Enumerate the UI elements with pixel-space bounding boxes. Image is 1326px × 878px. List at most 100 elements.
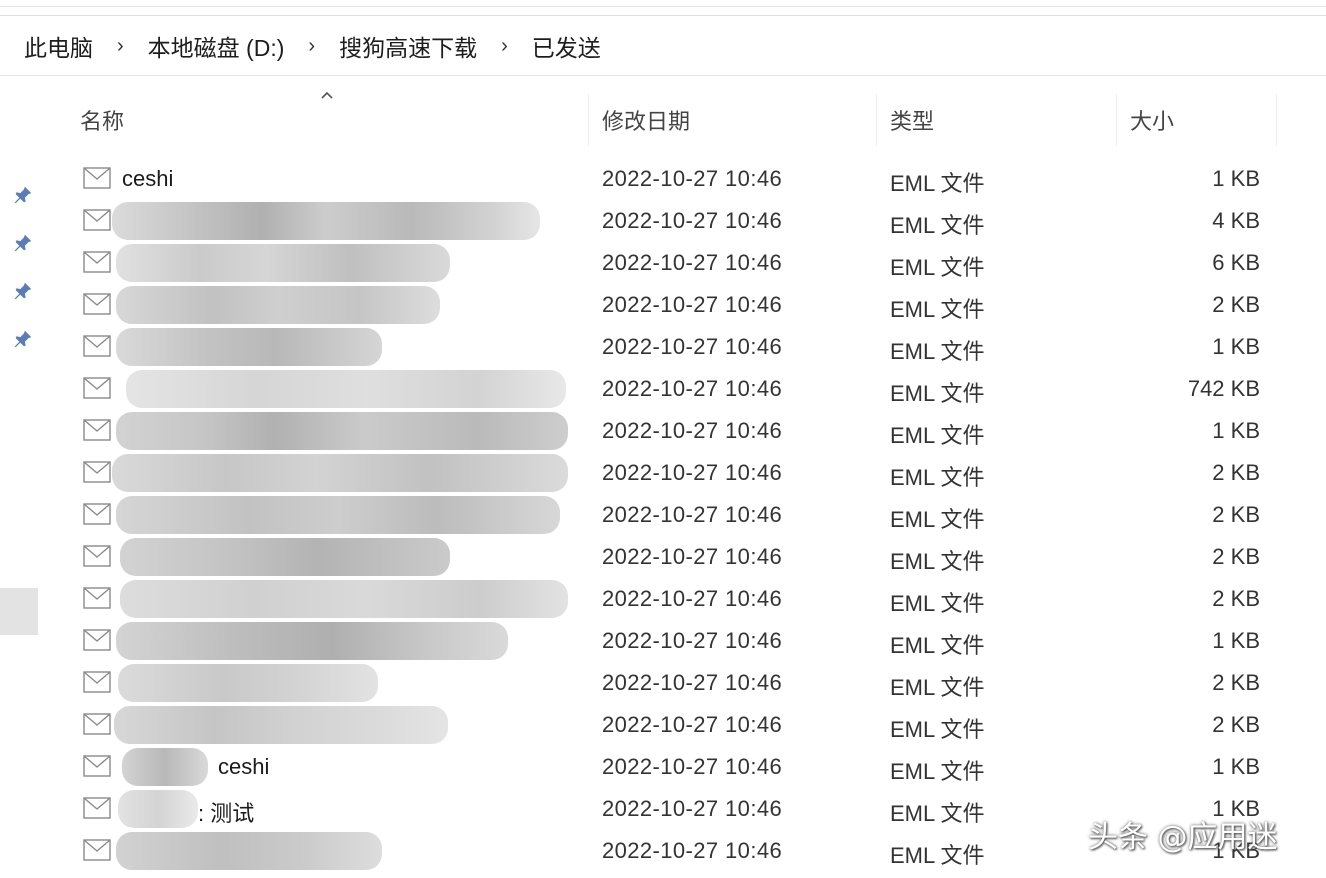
file-type: EML 文件 xyxy=(890,381,985,406)
file-row[interactable]: 2022-10-27 10:46 EML 文件 1 KB xyxy=(0,326,1326,368)
redacted-file-name xyxy=(116,622,508,660)
mail-envelope-icon xyxy=(83,755,111,777)
file-row[interactable]: 2022-10-27 10:46 EML 文件 2 KB xyxy=(0,536,1326,578)
mail-envelope-icon xyxy=(83,461,111,483)
redacted-file-name xyxy=(114,706,448,744)
breadcrumb-separator-icon[interactable]: › xyxy=(308,35,315,58)
breadcrumb-sent[interactable]: 已发送 xyxy=(530,25,603,67)
file-size: 742 KB xyxy=(1187,376,1260,401)
file-date: 2022-10-27 10:46 xyxy=(602,670,783,695)
file-row[interactable]: 2022-10-27 10:46 EML 文件 1 KB xyxy=(0,410,1326,452)
column-header-type[interactable]: 类型 xyxy=(890,104,934,136)
mail-envelope-icon xyxy=(83,419,111,441)
mail-envelope-icon xyxy=(83,503,111,525)
mail-envelope-icon xyxy=(83,335,111,357)
mail-envelope-icon xyxy=(83,797,111,819)
mail-envelope-icon xyxy=(83,251,111,273)
file-row[interactable]: ceshi 2022-10-27 10:46 EML 文件 1 KB xyxy=(0,158,1326,200)
file-type: EML 文件 xyxy=(890,675,985,700)
file-size: 1 KB xyxy=(1212,166,1260,191)
file-date: 2022-10-27 10:46 xyxy=(602,208,783,233)
file-row[interactable]: 2022-10-27 10:46 EML 文件 4 KB xyxy=(0,200,1326,242)
breadcrumb-this-pc[interactable]: 此电脑 xyxy=(22,25,95,67)
column-divider[interactable] xyxy=(588,94,589,146)
file-size: 1 KB xyxy=(1212,628,1260,653)
file-date: 2022-10-27 10:46 xyxy=(602,754,783,779)
file-type: EML 文件 xyxy=(890,759,985,784)
file-type: EML 文件 xyxy=(890,591,985,616)
file-date: 2022-10-27 10:46 xyxy=(602,628,783,653)
file-type: EML 文件 xyxy=(890,843,985,868)
column-header-date[interactable]: 修改日期 xyxy=(602,104,690,136)
mail-envelope-icon xyxy=(83,629,111,651)
file-row[interactable]: 2022-10-27 10:46 EML 文件 2 KB xyxy=(0,662,1326,704)
file-size: 2 KB xyxy=(1212,712,1260,737)
watermark: 头条 @应用迷 xyxy=(1088,820,1278,855)
file-date: 2022-10-27 10:46 xyxy=(602,166,783,191)
mail-envelope-icon xyxy=(83,587,111,609)
breadcrumb-separator-icon[interactable]: › xyxy=(117,35,124,58)
redacted-file-name xyxy=(122,748,208,786)
mail-envelope-icon xyxy=(83,209,111,231)
redacted-file-name xyxy=(118,790,198,828)
column-header: 名称 修改日期 类型 大小 xyxy=(0,88,1326,148)
file-type: EML 文件 xyxy=(890,801,985,826)
redacted-file-name xyxy=(116,244,450,282)
file-type: EML 文件 xyxy=(890,717,985,742)
file-type: EML 文件 xyxy=(890,507,985,532)
file-name[interactable]: : 测试 xyxy=(198,796,254,828)
file-type: EML 文件 xyxy=(890,213,985,238)
column-divider[interactable] xyxy=(876,94,877,146)
file-date: 2022-10-27 10:46 xyxy=(602,334,783,359)
file-size: 2 KB xyxy=(1212,460,1260,485)
mail-envelope-icon xyxy=(83,713,111,735)
mail-envelope-icon xyxy=(83,545,111,567)
redacted-file-name xyxy=(116,832,382,870)
file-type: EML 文件 xyxy=(890,171,985,196)
redacted-file-name xyxy=(116,328,382,366)
column-header-size[interactable]: 大小 xyxy=(1130,104,1174,136)
file-date: 2022-10-27 10:46 xyxy=(602,796,783,821)
column-header-name[interactable]: 名称 xyxy=(80,104,124,136)
redacted-file-name xyxy=(112,454,568,492)
file-row[interactable]: 2022-10-27 10:46 EML 文件 2 KB xyxy=(0,494,1326,536)
redacted-file-name xyxy=(112,202,540,240)
file-type: EML 文件 xyxy=(890,297,985,322)
file-row[interactable]: 2022-10-27 10:46 EML 文件 2 KB xyxy=(0,704,1326,746)
file-row[interactable]: 2022-10-27 10:46 EML 文件 742 KB xyxy=(0,368,1326,410)
file-size: 1 KB xyxy=(1212,334,1260,359)
file-row[interactable]: 2022-10-27 10:46 EML 文件 2 KB xyxy=(0,578,1326,620)
file-date: 2022-10-27 10:46 xyxy=(602,292,783,317)
mail-envelope-icon xyxy=(83,167,111,189)
file-row[interactable]: 2022-10-27 10:46 EML 文件 2 KB xyxy=(0,284,1326,326)
file-type: EML 文件 xyxy=(890,465,985,490)
window-top-edge xyxy=(0,0,1326,16)
file-type: EML 文件 xyxy=(890,255,985,280)
file-size: 1 KB xyxy=(1212,754,1260,779)
file-row[interactable]: 2022-10-27 10:46 EML 文件 1 KB xyxy=(0,620,1326,662)
file-date: 2022-10-27 10:46 xyxy=(602,250,783,275)
file-date: 2022-10-27 10:46 xyxy=(602,544,783,569)
file-row[interactable]: 2022-10-27 10:46 EML 文件 2 KB xyxy=(0,452,1326,494)
file-size: 2 KB xyxy=(1212,670,1260,695)
column-divider[interactable] xyxy=(1116,94,1117,146)
redacted-file-name xyxy=(126,370,566,408)
redacted-file-name xyxy=(116,286,440,324)
mail-envelope-icon xyxy=(83,839,111,861)
mail-envelope-icon xyxy=(83,377,111,399)
breadcrumb-sogou-downloads[interactable]: 搜狗高速下载 xyxy=(337,25,479,67)
address-bar[interactable]: 此电脑 › 本地磁盘 (D:) › 搜狗高速下载 › 已发送 xyxy=(0,17,1326,76)
column-divider[interactable] xyxy=(1276,94,1277,146)
redacted-file-name xyxy=(116,496,560,534)
breadcrumb-local-disk[interactable]: 本地磁盘 (D:) xyxy=(146,25,287,67)
breadcrumb-separator-icon[interactable]: › xyxy=(501,35,508,58)
file-date: 2022-10-27 10:46 xyxy=(602,712,783,737)
file-row[interactable]: 2022-10-27 10:46 EML 文件 6 KB xyxy=(0,242,1326,284)
file-name[interactable]: ceshi xyxy=(218,754,269,780)
redacted-file-name xyxy=(120,538,450,576)
file-row[interactable]: ceshi 2022-10-27 10:46 EML 文件 1 KB xyxy=(0,746,1326,788)
file-date: 2022-10-27 10:46 xyxy=(602,418,783,443)
file-date: 2022-10-27 10:46 xyxy=(602,502,783,527)
file-size: 1 KB xyxy=(1212,418,1260,443)
file-name[interactable]: ceshi xyxy=(122,166,173,192)
